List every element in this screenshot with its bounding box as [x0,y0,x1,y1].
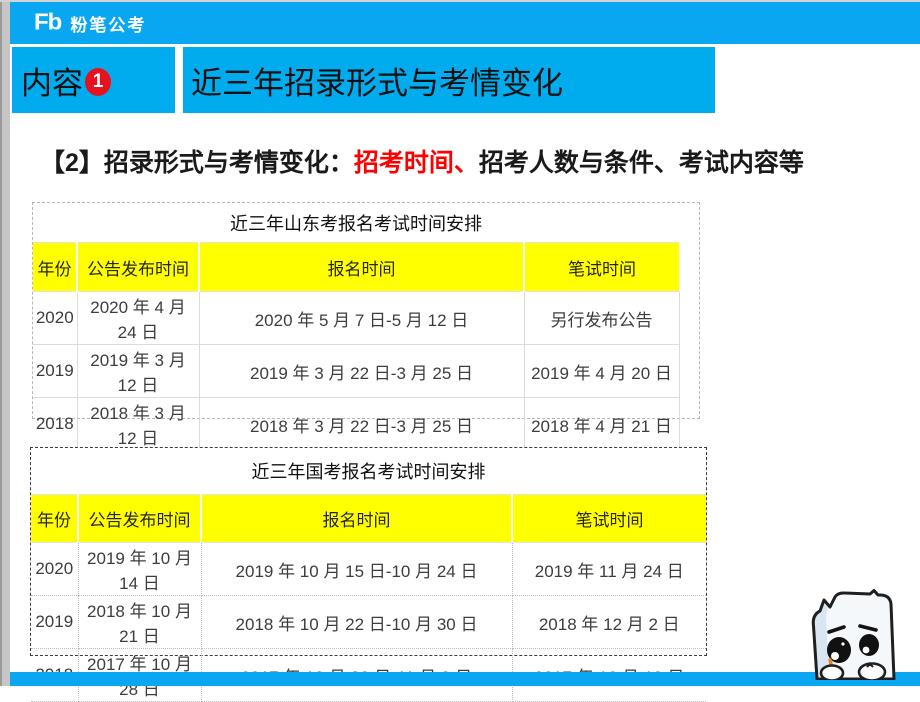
header-divider [175,47,183,113]
table-row: 2019 2018 年 10 月 21 日 2018 年 10 月 22 日-1… [31,596,706,649]
mascot-left-paw [821,666,843,681]
subtitle-tail: 招考人数与条件、考试内容等 [479,149,804,177]
column-header-year: 年份 [31,495,78,543]
table-row: 2019 2019 年 3 月 12 日 2019 年 3 月 22 日-3 月… [33,345,679,398]
mascot-right-eye [859,634,879,656]
year-cell: 2020 [33,292,77,345]
table-cell: 2018 年 3 月 12 日 [77,398,199,451]
section-title: 近三年招录形式与考情变化 [191,58,563,103]
column-header-announcement-date: 公告发布时间 [78,495,201,543]
table-cell: 2018 年 3 月 22 日-3 月 25 日 [199,398,524,451]
table-row: 2020 2019 年 10 月 14 日 2019 年 10 月 15 日-1… [31,543,706,596]
subtitle-highlight: 招考时间、 [354,149,479,177]
year-cell: 2020 [31,543,78,596]
table-title: 近三年国考报名考试时间安排 [31,448,706,495]
column-header-written-test-date: 笔试时间 [512,495,706,543]
table-cell: 2019 年 10 月 15 日-10 月 24 日 [201,543,512,596]
brand-name: 粉笔公考 [70,11,146,36]
column-header-announcement-date: 公告发布时间 [77,243,199,292]
table-cell: 2019 年 10 月 14 日 [78,543,201,596]
table-cell: 2019 年 3 月 12 日 [77,345,199,398]
table-cell: 2020 年 5 月 7 日-5 月 12 日 [199,292,524,345]
year-cell: 2018 [33,398,77,451]
number-1-badge: 1 [85,68,111,96]
table-row: 2018 2018 年 3 月 12 日 2018 年 3 月 22 日-3 月… [33,398,679,451]
shandong-exam-schedule-table: 近三年山东考报名考试时间安排 年份 公告发布时间 报名时间 笔试时间 2020 … [32,202,700,419]
table-cell: 2019 年 3 月 22 日-3 月 25 日 [199,345,524,398]
subtitle-line: 【2】招录形式与考情变化：招考时间、招考人数与条件、考试内容等 [40,143,804,179]
subtitle-text: 【2】招录形式与考情变化： [40,149,354,177]
year-cell: 2019 [33,345,77,398]
fenbi-logo-icon: Fb [34,10,61,37]
table-cell: 2019 年 4 月 20 日 [524,345,679,398]
left-frame-edge [0,0,10,686]
top-brand-bar: Fb 粉笔公考 [10,2,920,44]
table-row: 2020 2020 年 4 月 24 日 2020 年 5 月 7 日-5 月 … [33,292,679,345]
table-cell: 2018 年 10 月 22 日-10 月 30 日 [201,596,512,649]
content-label: 内容 [21,58,83,103]
fenbi-chalk-mascot [792,586,916,680]
table-cell: 2018 年 10 月 21 日 [78,596,201,649]
slide-header: 内容 1 近三年招录形式与考情变化 [12,47,715,113]
column-header-year: 年份 [33,243,77,292]
year-cell: 2019 [31,596,78,649]
column-header-registration-period: 报名时间 [199,243,524,292]
national-exam-schedule-table: 近三年国考报名考试时间安排 年份 公告发布时间 报名时间 笔试时间 2020 2… [30,447,707,656]
table-cell: 2020 年 4 月 24 日 [77,292,199,345]
table-cell: 2018 年 12 月 2 日 [512,596,706,649]
column-header-registration-period: 报名时间 [201,495,512,543]
table-cell: 2018 年 4 月 21 日 [524,398,679,451]
column-header-written-test-date: 笔试时间 [524,243,679,292]
bottom-brand-bar [10,672,920,686]
table-cell: 另行发布公告 [524,292,679,345]
content-label-box: 内容 1 [12,47,175,113]
section-title-box: 近三年招录形式与考情变化 [183,47,715,113]
table-cell: 2019 年 11 月 24 日 [512,543,706,596]
table-title: 近三年山东考报名考试时间安排 [33,203,679,243]
